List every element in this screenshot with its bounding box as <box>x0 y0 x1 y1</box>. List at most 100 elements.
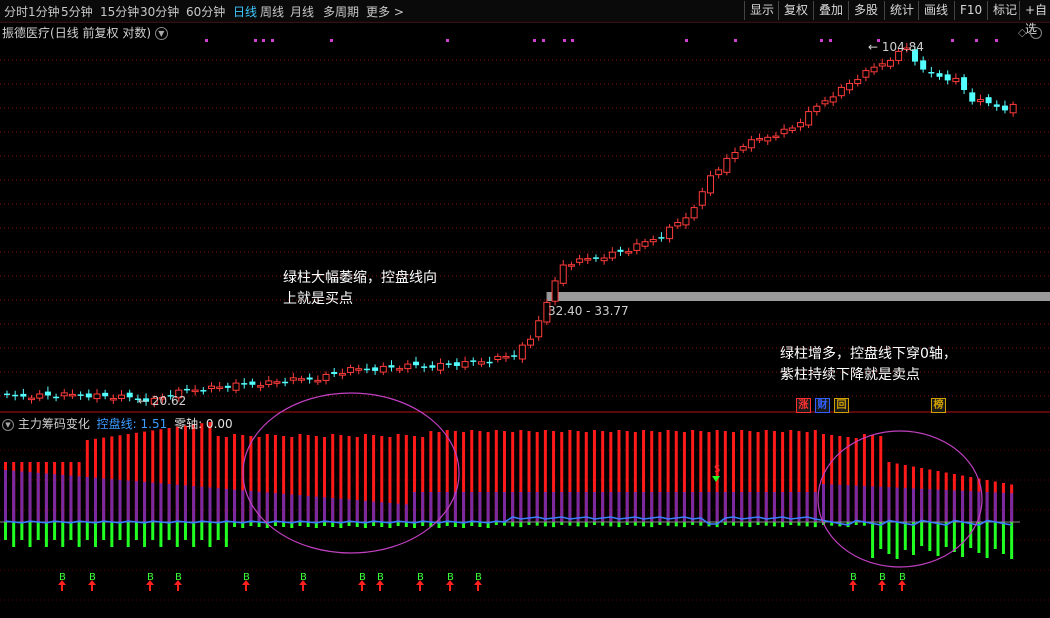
purple-volume-bar <box>77 476 81 522</box>
green-volume-bar <box>961 522 965 557</box>
candle-body <box>183 388 190 391</box>
green-volume-bar <box>920 522 924 546</box>
event-dot <box>254 39 257 42</box>
purple-volume-bar <box>838 484 842 522</box>
sell-annotation-line-1: 绿柱增多，控盘线下穿0轴， <box>780 346 957 362</box>
green-volume-bar <box>126 522 130 547</box>
purple-volume-bar <box>85 477 89 522</box>
event-dot <box>542 39 545 42</box>
green-volume-bar <box>732 522 736 526</box>
green-volume-bar <box>928 522 932 551</box>
green-volume-bar <box>887 522 891 554</box>
green-volume-bar <box>666 522 670 526</box>
event-dot <box>951 39 954 42</box>
candle-body <box>698 191 706 206</box>
green-volume-bar <box>118 522 122 540</box>
purple-volume-bar <box>1001 492 1005 522</box>
event-dot <box>205 39 208 42</box>
event-tag-1[interactable]: 财 <box>815 398 830 413</box>
purple-volume-bar <box>486 492 490 522</box>
green-volume-bar <box>576 522 580 527</box>
event-tag-0[interactable]: 涨 <box>796 398 811 413</box>
green-volume-bar <box>781 522 785 528</box>
candle-body <box>60 392 68 397</box>
stock-name[interactable]: 振德医疗 <box>2 26 50 40</box>
purple-volume-bar <box>20 471 24 522</box>
candle-body <box>363 368 370 371</box>
candle-body <box>322 373 330 381</box>
green-volume-bar <box>993 522 997 549</box>
green-volume-bar <box>903 522 907 550</box>
purple-volume-bar <box>159 483 163 522</box>
green-volume-bar <box>642 522 646 527</box>
green-volume-bar <box>396 522 400 526</box>
purple-volume-bar <box>813 492 817 522</box>
green-volume-bar <box>699 522 703 526</box>
event-tag-2[interactable]: 回 <box>834 398 849 413</box>
purple-volume-bar <box>543 492 547 522</box>
purple-volume-bar <box>355 500 359 522</box>
purple-volume-bar <box>93 477 97 522</box>
event-dot <box>829 39 832 42</box>
purple-volume-bar <box>347 499 351 522</box>
green-volume-bar <box>797 522 801 526</box>
candle-body <box>936 73 943 77</box>
candle-body <box>584 258 592 261</box>
purple-volume-bar <box>44 473 48 522</box>
purple-volume-bar <box>969 491 973 522</box>
purple-volume-bar <box>224 488 228 522</box>
green-volume-bar <box>650 522 654 528</box>
event-tag-3[interactable]: 榜 <box>931 398 946 413</box>
purple-volume-bar <box>413 492 416 522</box>
purple-volume-bar <box>396 503 400 522</box>
purple-volume-bar <box>895 487 899 522</box>
green-volume-bar <box>879 522 883 549</box>
candle-body <box>715 169 723 176</box>
candle-body <box>682 217 690 226</box>
candle-body <box>567 264 575 267</box>
green-volume-bar <box>85 522 89 540</box>
green-volume-bar <box>53 522 57 540</box>
candle-body <box>306 377 313 380</box>
candle-body <box>1009 103 1017 114</box>
high-price-value: 104.84 <box>881 40 924 54</box>
indicator-settings-icon[interactable]: ▼ <box>2 418 14 431</box>
green-volume-bar <box>183 522 187 540</box>
purple-volume-bar <box>151 482 155 522</box>
candle-body <box>535 320 543 338</box>
high-price-label: ← 104.84 <box>868 40 924 54</box>
event-dot <box>995 39 998 42</box>
candle-body <box>347 367 355 373</box>
candle-body <box>273 381 281 384</box>
purple-volume-bar <box>249 491 253 522</box>
green-volume-bar <box>61 522 65 547</box>
candle-body <box>396 368 404 371</box>
green-volume-bar <box>748 522 752 528</box>
purple-volume-bar <box>871 486 875 522</box>
purple-volume-bar <box>404 504 408 522</box>
green-volume-bar <box>200 522 204 540</box>
candle-body <box>109 397 117 401</box>
purple-volume-bar <box>1010 493 1014 522</box>
candle-body <box>379 365 387 373</box>
settings-circle-icon[interactable] <box>1029 27 1042 39</box>
candle-body <box>870 66 878 73</box>
candle-body <box>731 152 739 159</box>
candle-body <box>232 382 240 391</box>
candle-body <box>1001 105 1008 111</box>
purple-volume-bar <box>936 489 940 522</box>
purple-volume-bar <box>830 484 834 522</box>
purple-volume-bar <box>920 488 924 522</box>
event-dot <box>975 39 978 42</box>
indicator-name[interactable]: 主力筹码变化 <box>18 417 90 431</box>
purple-volume-bar <box>208 487 212 522</box>
green-volume-bar <box>772 522 776 527</box>
event-dot <box>330 39 333 42</box>
purple-volume-bar <box>928 489 932 522</box>
candle-body <box>961 77 968 90</box>
diamond-icon[interactable]: ◇ <box>1018 26 1026 39</box>
green-volume-bar <box>535 522 539 526</box>
purple-volume-bar <box>519 492 523 522</box>
chevron-down-icon[interactable]: ▼ <box>154 27 168 40</box>
candle-body <box>772 135 780 139</box>
